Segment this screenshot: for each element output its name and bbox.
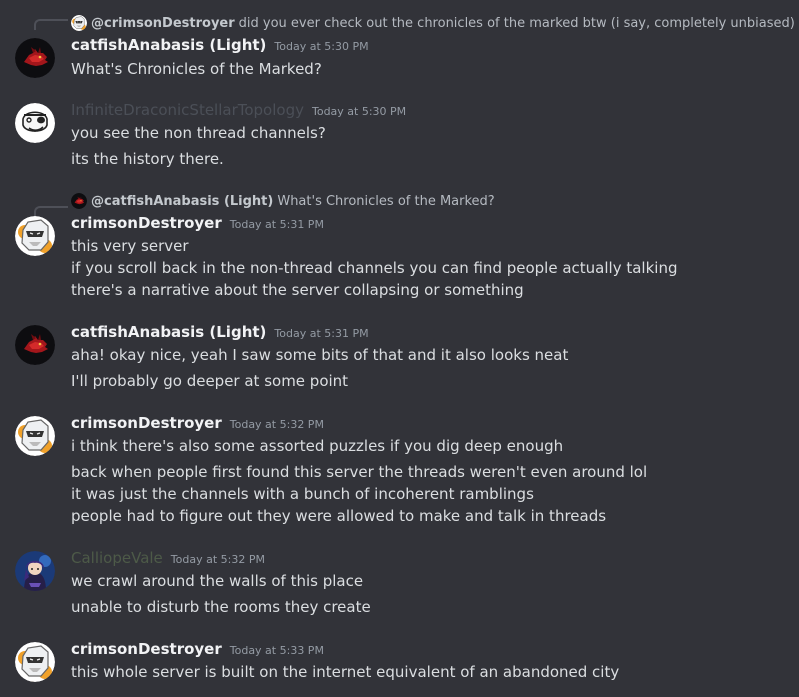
reply-text[interactable]: What's Chronicles of the Marked? [277,194,494,209]
message-header: CalliopeVale Today at 5:32 PM [71,549,265,571]
username[interactable]: catfishAnabasis (Light) [71,36,266,54]
avatar[interactable] [15,103,55,143]
timestamp: Today at 5:31 PM [229,218,324,231]
username[interactable]: crimsonDestroyer [71,640,222,658]
avatar[interactable] [15,216,55,256]
timestamp: Today at 5:31 PM [274,327,369,340]
message-header: catfishAnabasis (Light) Today at 5:31 PM [71,323,369,345]
username[interactable]: catfishAnabasis (Light) [71,323,266,341]
message-text: its the history there. [71,150,224,168]
reply-username[interactable]: @catfishAnabasis (Light) [91,194,273,209]
message-header: InfiniteDraconicStellarTopology Today at… [71,101,406,123]
timestamp: Today at 5:33 PM [229,644,324,657]
reply-connector [34,19,68,30]
reply-avatar [71,15,87,31]
message-text: if you scroll back in the non-thread cha… [71,259,678,277]
avatar[interactable] [15,38,55,78]
message-text: this very server [71,237,189,255]
timestamp: Today at 5:32 PM [229,418,324,431]
avatar[interactable] [15,551,55,591]
username[interactable]: crimsonDestroyer [71,414,222,432]
reply-avatar [71,193,87,209]
message-text: aha! okay nice, yeah I saw some bits of … [71,346,569,364]
message-text: there's a narrative about the server col… [71,281,524,299]
message-text: people had to figure out they were allow… [71,507,607,525]
timestamp: Today at 5:30 PM [311,105,407,118]
reply-username[interactable]: @crimsonDestroyer [91,16,235,31]
reply-connector [34,206,68,217]
username[interactable]: crimsonDestroyer [71,214,222,232]
avatar[interactable] [15,416,55,456]
message-text: unable to disturb the rooms they create [71,598,371,616]
message-header: catfishAnabasis (Light) Today at 5:30 PM [71,36,369,58]
message-text: we crawl around the walls of this place [71,572,364,590]
message-header: crimsonDestroyer Today at 5:32 PM [71,414,324,436]
reply-text[interactable]: did you ever check out the chronicles of… [239,16,795,31]
message-text: back when people first found this server… [71,463,648,481]
username[interactable]: InfiniteDraconicStellarTopology [71,101,304,119]
message-text: I'll probably go deeper at some point [71,372,349,390]
message-text: What's Chronicles of the Marked? [71,60,322,78]
message-header: crimsonDestroyer Today at 5:31 PM [71,214,324,236]
avatar[interactable] [15,642,55,682]
message-header: crimsonDestroyer Today at 5:33 PM [71,640,324,662]
message-text: you see the non thread channels? [71,124,326,142]
timestamp: Today at 5:30 PM [274,40,369,53]
message-text: it was just the channels with a bunch of… [71,485,534,503]
username[interactable]: CalliopeVale [71,549,163,567]
message-text: this whole server is built on the intern… [71,663,620,681]
avatar[interactable] [15,325,55,365]
timestamp: Today at 5:32 PM [170,553,265,566]
reply-preview[interactable]: @crimsonDestroyer did you ever check out… [71,14,795,32]
reply-preview[interactable]: @catfishAnabasis (Light) What's Chronicl… [71,192,495,210]
message-text: i think there's also some assorted puzzl… [71,437,564,455]
